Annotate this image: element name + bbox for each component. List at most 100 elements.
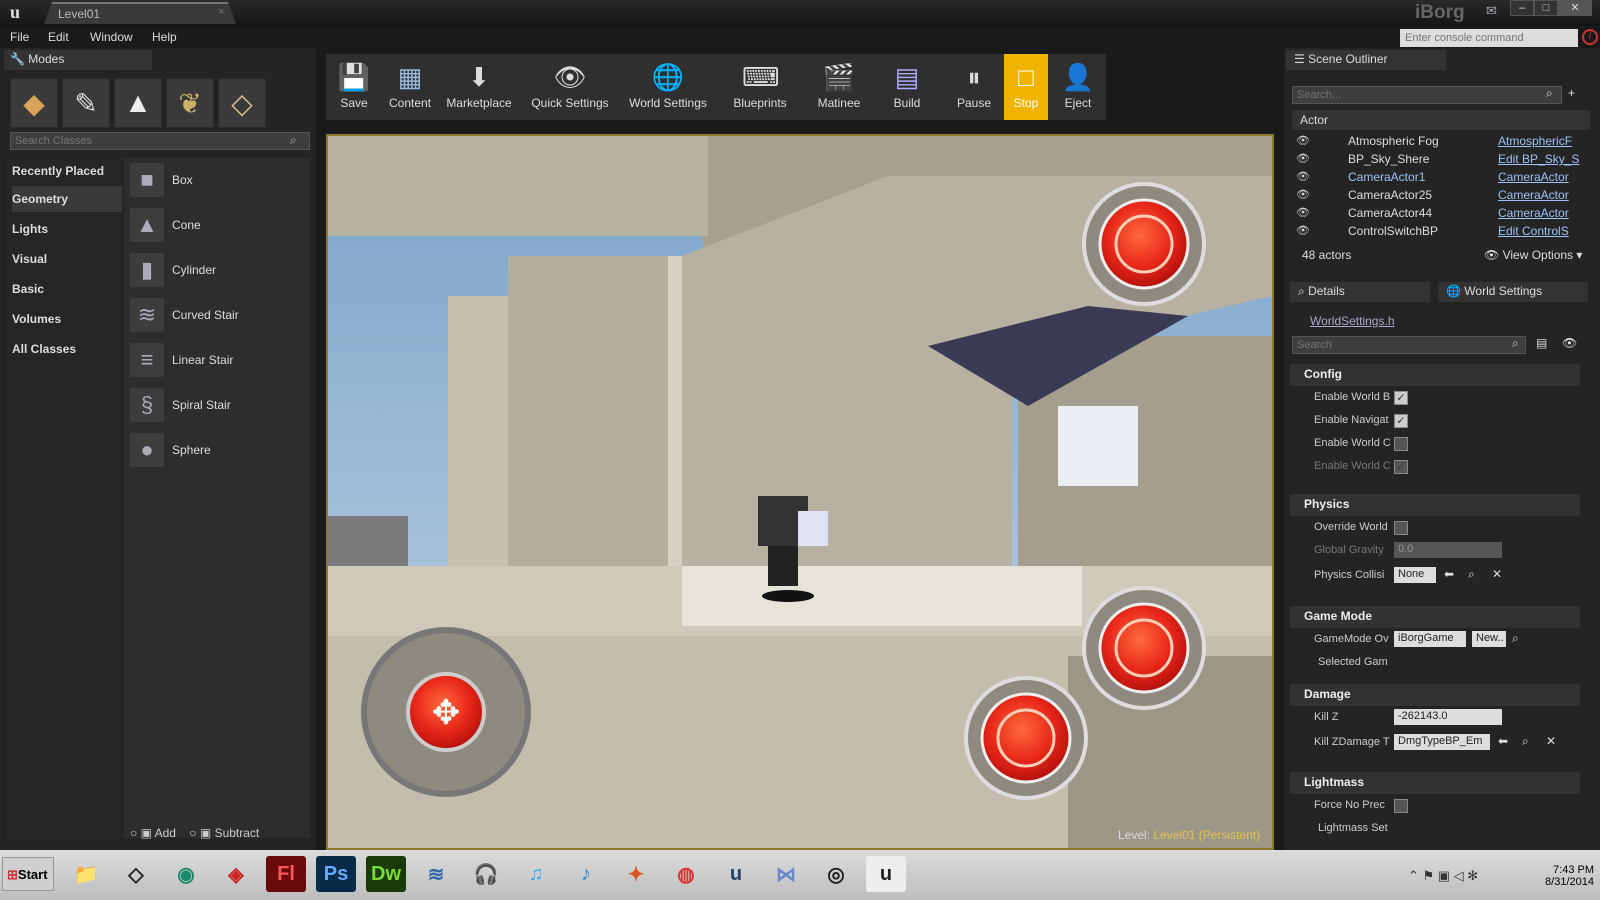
blueprints-button[interactable]: ⌨ Blueprints bbox=[720, 54, 800, 120]
clear-icon[interactable]: ✕ bbox=[1546, 734, 1556, 748]
list-item[interactable]: ≡ Linear Stair bbox=[130, 340, 300, 380]
actor-type-link[interactable]: CameraActor bbox=[1498, 188, 1569, 202]
geometry-mode-icon[interactable]: ◇ bbox=[218, 78, 266, 128]
checkbox[interactable] bbox=[1394, 799, 1408, 813]
menu-edit[interactable]: Edit bbox=[48, 30, 69, 44]
tab-level[interactable]: Level01 bbox=[44, 2, 236, 24]
grid-view-icon[interactable]: ▤ bbox=[1536, 336, 1547, 350]
flash-icon[interactable]: Fl bbox=[266, 856, 306, 892]
table-row[interactable]: 👁 CameraActor44 CameraActor bbox=[1292, 206, 1580, 224]
search-icon[interactable]: ⌕ bbox=[1512, 631, 1519, 646]
menu-window[interactable]: Window bbox=[90, 30, 133, 44]
chrome-icon[interactable]: ◍ bbox=[666, 856, 706, 892]
eye-icon[interactable]: 👁 bbox=[1296, 206, 1310, 219]
bird-icon[interactable]: ≋ bbox=[416, 856, 456, 892]
itunes-icon[interactable]: ♪ bbox=[566, 856, 606, 892]
unity-icon[interactable]: ◇ bbox=[116, 856, 156, 892]
clock[interactable]: 7:43 PM 8/31/2014 bbox=[1528, 864, 1594, 888]
list-item[interactable]: ▲ Cone bbox=[130, 205, 300, 245]
pinwheel-icon[interactable]: ✦ bbox=[616, 856, 656, 892]
outliner-search-input[interactable] bbox=[1292, 86, 1562, 104]
action-button-mid[interactable] bbox=[1082, 586, 1206, 710]
category-visual[interactable]: Visual bbox=[12, 246, 122, 272]
section-config[interactable]: Config bbox=[1290, 364, 1580, 386]
unreal-icon[interactable]: u bbox=[716, 856, 756, 892]
actor-type-link[interactable]: Edit BP_Sky_S bbox=[1498, 152, 1579, 166]
save-button[interactable]: 💾 Save bbox=[334, 54, 374, 120]
minimize-button[interactable]: – bbox=[1510, 0, 1534, 16]
chat-icon[interactable]: ✉ bbox=[1486, 3, 1497, 19]
category-all-classes[interactable]: All Classes bbox=[12, 336, 122, 362]
search-icon[interactable]: ⌕ bbox=[290, 133, 297, 148]
section-game-mode[interactable]: Game Mode bbox=[1290, 606, 1580, 628]
stop-button[interactable]: □ Stop bbox=[1004, 54, 1048, 120]
checkbox[interactable] bbox=[1394, 437, 1408, 451]
eject-button[interactable]: 👤 Eject bbox=[1056, 54, 1100, 120]
eye-icon[interactable]: 👁 bbox=[1296, 170, 1310, 183]
sketchup-icon[interactable]: ◈ bbox=[216, 856, 256, 892]
photoshop-icon[interactable]: Ps bbox=[316, 856, 356, 892]
marketplace-button[interactable]: ⬇ Marketplace bbox=[444, 54, 514, 120]
search-icon[interactable]: ⌕ bbox=[1468, 567, 1475, 582]
physics-collision-dropdown[interactable]: None bbox=[1394, 567, 1436, 583]
foliage-mode-icon[interactable]: ❦ bbox=[166, 78, 214, 128]
checkbox[interactable]: ✓ bbox=[1394, 414, 1408, 428]
visual-studio-icon[interactable]: ⋈ bbox=[766, 856, 806, 892]
add-radio[interactable]: ○ ▣ Add bbox=[130, 826, 176, 840]
tab-world-settings[interactable]: 🌐 World Settings bbox=[1438, 282, 1588, 302]
tray-icons[interactable]: ⌃ ⚑ ▣ ◁ ✻ bbox=[1408, 868, 1478, 884]
place-mode-icon[interactable]: ◆ bbox=[10, 78, 58, 128]
kill-zdamage-dropdown[interactable]: DmgTypeBP_Em bbox=[1394, 734, 1490, 750]
action-button-top[interactable] bbox=[1082, 182, 1206, 306]
eye-icon[interactable]: 👁 bbox=[1296, 152, 1310, 165]
table-row[interactable]: 👁 CameraActor1 CameraActor bbox=[1292, 170, 1580, 188]
tab-modes[interactable]: 🔧 Modes bbox=[4, 50, 152, 70]
table-row[interactable]: 👁 Atmospheric Fog AtmosphericF bbox=[1292, 134, 1580, 152]
list-item[interactable]: ≋ Curved Stair bbox=[130, 295, 300, 335]
explorer-icon[interactable]: 📁 bbox=[66, 856, 106, 892]
arrow-left-icon[interactable]: ⬅ bbox=[1498, 734, 1508, 748]
landscape-mode-icon[interactable]: ▲ bbox=[114, 78, 162, 128]
menu-help[interactable]: Help bbox=[152, 30, 177, 44]
kill-z-field[interactable]: -262143.0 bbox=[1394, 709, 1502, 725]
section-lightmass[interactable]: Lightmass bbox=[1290, 772, 1580, 794]
tab-scene-outliner[interactable]: ☰ Scene Outliner bbox=[1286, 50, 1446, 70]
outliner-column-header[interactable]: Actor bbox=[1292, 110, 1590, 130]
action-button-bottom[interactable] bbox=[964, 676, 1088, 800]
menu-file[interactable]: File bbox=[10, 30, 29, 44]
new-gamemode-button[interactable]: New.. bbox=[1472, 631, 1506, 647]
list-item[interactable]: ■ Box bbox=[130, 160, 300, 200]
viewport[interactable]: ✥ bbox=[326, 134, 1274, 850]
dreamweaver-icon[interactable]: Dw bbox=[366, 856, 406, 892]
category-recently-placed[interactable]: Recently Placed bbox=[12, 158, 122, 184]
matinee-button[interactable]: 🎬 Matinee bbox=[806, 54, 872, 120]
joystick-move[interactable]: ✥ bbox=[361, 627, 531, 797]
unreal-editor-icon[interactable]: u bbox=[866, 856, 906, 892]
close-button[interactable]: ✕ bbox=[1558, 0, 1592, 16]
list-item[interactable]: § Spiral Stair bbox=[130, 385, 300, 425]
checkbox[interactable]: ✓ bbox=[1394, 391, 1408, 405]
search-icon[interactable]: ⌕ bbox=[1512, 336, 1519, 351]
search-classes-input[interactable] bbox=[10, 132, 310, 150]
actor-type-link[interactable]: Edit ControlS bbox=[1498, 224, 1569, 238]
category-geometry[interactable]: Geometry bbox=[12, 186, 122, 212]
tab-details[interactable]: ⌕ Details bbox=[1290, 282, 1430, 302]
view-options-button[interactable]: 👁 View Options ▾ bbox=[1484, 248, 1582, 262]
headphones-icon[interactable]: 🎧 bbox=[466, 856, 506, 892]
checkbox[interactable] bbox=[1394, 521, 1408, 535]
category-lights[interactable]: Lights bbox=[12, 216, 122, 242]
search-icon[interactable]: ⌕ bbox=[1546, 86, 1553, 101]
camtasia-icon[interactable]: ◉ bbox=[166, 856, 206, 892]
console-input[interactable] bbox=[1400, 29, 1578, 47]
section-physics[interactable]: Physics bbox=[1290, 494, 1580, 516]
subtract-radio[interactable]: ○ ▣ Subtract bbox=[189, 826, 259, 840]
eye-icon[interactable]: 👁 bbox=[1562, 336, 1577, 350]
section-damage[interactable]: Damage bbox=[1290, 684, 1580, 706]
start-button[interactable]: ⊞Start bbox=[2, 857, 54, 891]
table-row[interactable]: 👁 CameraActor25 CameraActor bbox=[1292, 188, 1580, 206]
world-settings-button[interactable]: 🌐 World Settings bbox=[626, 54, 710, 120]
music-icon[interactable]: ♫ bbox=[516, 856, 556, 892]
list-item[interactable]: ● Sphere bbox=[130, 430, 300, 470]
maximize-button[interactable]: □ bbox=[1534, 0, 1558, 16]
table-row[interactable]: 👁 ControlSwitchBP Edit ControlS bbox=[1292, 224, 1580, 242]
